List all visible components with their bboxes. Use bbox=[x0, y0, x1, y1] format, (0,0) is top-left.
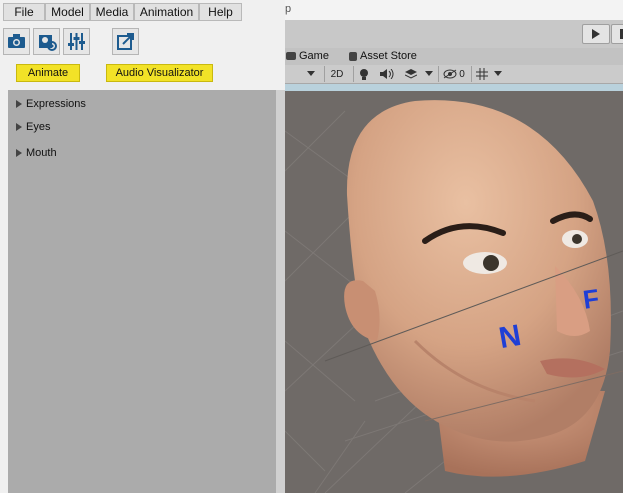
toggle-2d-label: 2D bbox=[330, 68, 344, 80]
capture-button[interactable] bbox=[3, 28, 30, 55]
tree-item-mouth[interactable]: Mouth bbox=[16, 147, 57, 159]
menu-bar: File Model Media Animation Help bbox=[0, 0, 285, 22]
chevron-down-icon bbox=[307, 71, 315, 76]
effects-dropdown[interactable] bbox=[423, 66, 435, 82]
settings-photo-icon bbox=[39, 35, 57, 51]
scene-header-strip bbox=[285, 84, 623, 91]
effects-toggle[interactable] bbox=[400, 66, 422, 82]
menu-help[interactable]: Help bbox=[199, 3, 242, 21]
hidden-objects-count: 0 bbox=[459, 68, 465, 80]
lighting-toggle[interactable] bbox=[353, 66, 374, 82]
audio-toggle[interactable] bbox=[377, 66, 397, 82]
camera-icon bbox=[8, 34, 25, 48]
menu-file[interactable]: File bbox=[3, 3, 45, 21]
chevron-down-icon bbox=[425, 71, 433, 76]
chevron-down-icon bbox=[494, 71, 502, 76]
gamepad-icon bbox=[286, 52, 296, 60]
tab-asset-store[interactable]: Asset Store bbox=[349, 50, 417, 62]
menu-animation[interactable]: Animation bbox=[134, 3, 199, 21]
scene-view[interactable]: N F bbox=[285, 91, 623, 493]
tree-item-label: Mouth bbox=[26, 147, 57, 159]
play-icon bbox=[592, 29, 600, 39]
menu-model[interactable]: Model bbox=[45, 3, 90, 21]
tree-item-label: Expressions bbox=[26, 98, 86, 110]
expand-arrow-icon bbox=[16, 100, 22, 108]
unity-tab-bar: Game Asset Store bbox=[285, 48, 623, 65]
tree-item-expressions[interactable]: Expressions bbox=[16, 98, 86, 110]
play-button[interactable] bbox=[582, 24, 610, 44]
controls-panel: Expressions Eyes Mouth bbox=[8, 90, 276, 493]
grid-icon bbox=[476, 68, 488, 80]
export-icon bbox=[117, 33, 134, 50]
toggle-2d-button[interactable]: 2D bbox=[324, 66, 349, 82]
lightbulb-icon bbox=[360, 69, 368, 80]
gizmos-dropdown[interactable] bbox=[492, 66, 504, 82]
animate-button[interactable]: Animate bbox=[16, 64, 80, 82]
menu-media[interactable]: Media bbox=[90, 3, 134, 21]
tab-game-label: Game bbox=[299, 50, 329, 62]
adjust-button[interactable] bbox=[63, 28, 90, 55]
export-button[interactable] bbox=[112, 28, 139, 55]
tab-asset-store-label: Asset Store bbox=[360, 50, 417, 62]
sliders-icon bbox=[68, 33, 85, 50]
scene-render: N F bbox=[285, 100, 623, 493]
store-bag-icon bbox=[349, 51, 357, 61]
layers-icon bbox=[405, 68, 417, 79]
speaker-icon bbox=[380, 69, 394, 79]
window-title-fragment: p bbox=[285, 3, 292, 15]
audio-visualizer-button[interactable]: Audio Visualizator bbox=[106, 64, 213, 82]
pause-button[interactable] bbox=[611, 24, 623, 44]
scene-visibility-toggle[interactable]: 0 bbox=[438, 66, 469, 82]
tree-item-label: Eyes bbox=[26, 121, 51, 133]
face-tool-window: File Model Media Animation Help Animate … bbox=[0, 0, 285, 493]
grid-toggle[interactable] bbox=[471, 66, 492, 82]
photo-settings-button[interactable] bbox=[33, 28, 60, 55]
expand-arrow-icon bbox=[16, 149, 22, 157]
tab-game[interactable]: Game bbox=[286, 50, 329, 62]
eye-slash-icon bbox=[443, 69, 457, 79]
expand-arrow-icon bbox=[16, 123, 22, 131]
unity-play-toolbar bbox=[285, 20, 623, 49]
panel-scrollbar[interactable] bbox=[276, 90, 285, 493]
scene-toolbar: 2D 0 bbox=[285, 65, 623, 84]
tree-item-eyes[interactable]: Eyes bbox=[16, 121, 50, 133]
draw-mode-dropdown[interactable] bbox=[303, 66, 319, 82]
unity-title-area: p bbox=[285, 0, 623, 20]
